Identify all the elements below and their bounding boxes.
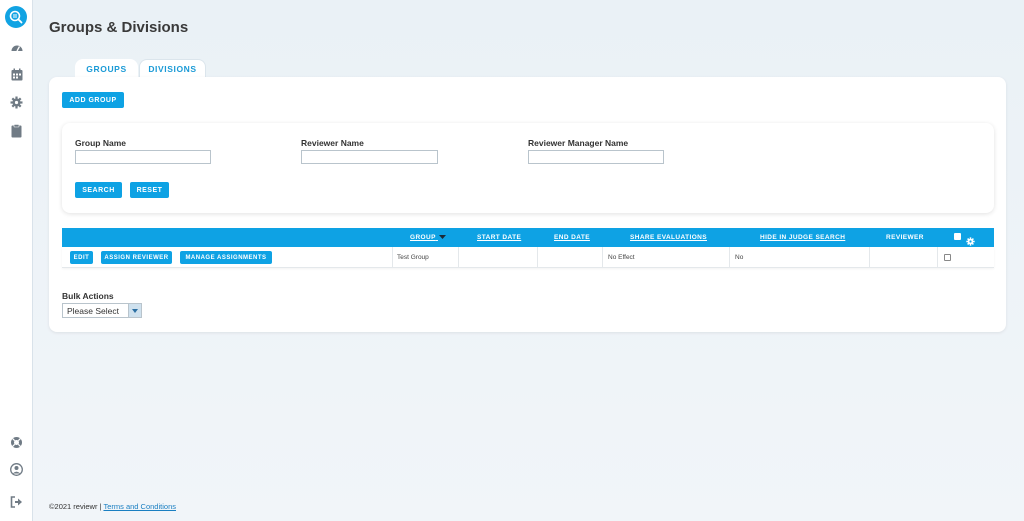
column-header-start-date[interactable]: START DATE — [477, 234, 521, 241]
terms-and-conditions-link[interactable]: Terms and Conditions — [103, 502, 176, 511]
logout-icon — [10, 495, 23, 513]
copyright-text: ©2021 reviewr | — [49, 502, 102, 511]
group-name-label: Group Name — [75, 138, 127, 148]
column-divider — [602, 247, 603, 268]
reviewer-manager-name-label: Reviewer Manager Name — [528, 138, 629, 148]
sidebar-item-clipboard[interactable] — [0, 119, 33, 147]
column-header-end-date[interactable]: END DATE — [554, 234, 590, 241]
calendar-icon — [11, 68, 23, 86]
cell-share-evaluations: No Effect — [608, 254, 635, 261]
reset-button[interactable]: RESET — [130, 182, 169, 198]
sidebar-item-profile[interactable] — [0, 458, 33, 486]
column-header-group[interactable]: GROUP — [410, 234, 446, 241]
select-all-checkbox[interactable] — [954, 233, 961, 240]
column-header-group-label: GROUP — [410, 234, 436, 242]
manage-assignments-button[interactable]: MANAGE ASSIGNMENTS — [180, 251, 272, 264]
column-header-reviewer: REVIEWER — [886, 234, 924, 241]
sidebar-item-settings[interactable] — [0, 91, 33, 119]
column-divider — [729, 247, 730, 268]
tab-divisions[interactable]: DIVISIONS — [139, 59, 206, 78]
search-button[interactable]: SEARCH — [75, 182, 122, 198]
edit-button[interactable]: EDIT — [70, 251, 93, 264]
column-header-hide-in-judge-search[interactable]: HIDE IN JUDGE SEARCH — [760, 234, 845, 241]
filter-panel — [62, 123, 994, 213]
add-group-button[interactable]: ADD GROUP — [62, 92, 124, 108]
sidebar-item-dashboard[interactable] — [0, 36, 33, 64]
page-title: Groups & Divisions — [49, 19, 189, 36]
sidebar-item-logout[interactable] — [0, 490, 33, 518]
table-header: GROUP START DATE END DATE SHARE EVALUATI… — [62, 228, 994, 247]
column-divider — [869, 247, 870, 268]
bulk-actions-label: Bulk Actions — [62, 291, 114, 301]
tab-groups[interactable]: GROUPS — [75, 59, 138, 78]
reviewer-name-label: Reviewer Name — [301, 138, 364, 148]
gear-icon — [10, 96, 23, 114]
cell-group: Test Group — [397, 254, 429, 261]
column-divider — [537, 247, 538, 268]
sidebar — [0, 0, 33, 521]
footer: ©2021 reviewr | Terms and Conditions — [49, 502, 176, 511]
column-divider — [458, 247, 459, 268]
reviewr-logo-icon[interactable] — [5, 6, 27, 28]
reviewer-manager-name-input[interactable] — [528, 150, 664, 164]
reviewer-name-input[interactable] — [301, 150, 438, 164]
bulk-actions-select[interactable]: Please Select — [62, 303, 142, 318]
speedometer-icon — [10, 41, 24, 60]
assign-reviewer-button[interactable]: ASSIGN REVIEWER — [101, 251, 172, 264]
sidebar-item-calendar[interactable] — [0, 63, 33, 91]
sort-desc-icon — [438, 234, 446, 241]
sidebar-item-help[interactable] — [0, 431, 33, 459]
lifebuoy-icon — [10, 436, 23, 454]
bulk-actions-selected-value: Please Select — [67, 305, 119, 316]
column-divider — [937, 247, 938, 268]
clipboard-icon — [11, 123, 22, 143]
column-divider — [392, 247, 393, 268]
table-row: EDIT ASSIGN REVIEWER MANAGE ASSIGNMENTS … — [62, 247, 994, 268]
row-select-checkbox[interactable] — [944, 254, 951, 261]
chevron-down-icon — [128, 304, 141, 317]
column-header-share-evaluations[interactable]: SHARE EVALUATIONS — [630, 234, 707, 241]
user-icon — [10, 463, 23, 481]
cell-hide-in-judge-search: No — [735, 254, 744, 261]
group-name-input[interactable] — [75, 150, 211, 164]
